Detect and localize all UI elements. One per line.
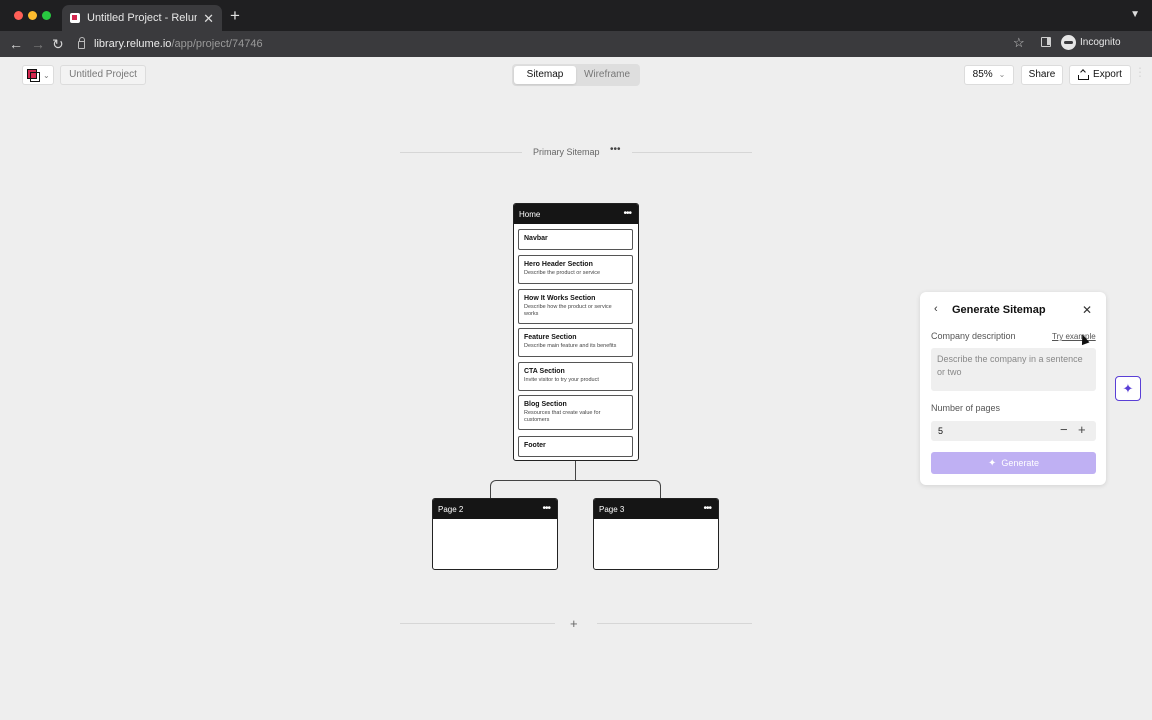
add-divider-right bbox=[597, 623, 752, 624]
incognito-icon[interactable] bbox=[1061, 35, 1076, 50]
page-card-title: Page 2 bbox=[438, 504, 464, 514]
section-description: Describe the product or service bbox=[524, 270, 601, 276]
section-blog[interactable]: Blog Section Resources that create value… bbox=[518, 395, 633, 430]
page-options-icon[interactable]: ••• bbox=[703, 504, 711, 514]
sitemap-divider-left bbox=[400, 152, 522, 153]
close-icon[interactable]: ✕ bbox=[1082, 303, 1092, 317]
window-zoom-button[interactable] bbox=[42, 11, 51, 20]
section-description: Invite visitor to try your product bbox=[524, 377, 599, 383]
reload-icon[interactable]: ↻ bbox=[52, 35, 64, 53]
section-description: Describe main feature and its benefits bbox=[524, 343, 617, 349]
section-feature[interactable]: Feature Section Describe main feature an… bbox=[518, 328, 633, 357]
page-card-header: Page 3 ••• bbox=[594, 499, 718, 519]
upload-icon bbox=[1078, 71, 1090, 80]
tree-connector-stem bbox=[575, 461, 576, 480]
home-card-header: Home ••• bbox=[514, 204, 638, 224]
relume-favicon-icon bbox=[70, 13, 80, 23]
company-description-label: Company description bbox=[931, 331, 1016, 341]
zoom-dropdown[interactable]: 85% ⌄ bbox=[964, 65, 1014, 85]
number-of-pages-stepper[interactable] bbox=[931, 421, 1096, 441]
company-description-input[interactable] bbox=[931, 348, 1096, 391]
relume-logo-icon bbox=[27, 69, 40, 82]
page-card-page-3[interactable]: Page 3 ••• bbox=[593, 498, 719, 570]
decrement-button[interactable]: − bbox=[1060, 422, 1068, 438]
back-arrow-icon[interactable]: ← bbox=[9, 35, 23, 53]
side-panel-icon[interactable] bbox=[1041, 37, 1051, 47]
export-button[interactable]: Export bbox=[1069, 65, 1131, 85]
window-minimize-button[interactable] bbox=[28, 11, 37, 20]
export-label: Export bbox=[1093, 69, 1122, 80]
browser-menu-icon[interactable]: ⋮ bbox=[1134, 65, 1146, 79]
sparkle-icon: ✦ bbox=[1122, 380, 1134, 396]
url-path: /app/project/74746 bbox=[171, 38, 263, 50]
tab-wireframe[interactable]: Wireframe bbox=[576, 66, 638, 84]
page-card-title: Page 3 bbox=[599, 504, 625, 514]
home-page-card[interactable]: Home ••• Navbar Hero Header Section Desc… bbox=[513, 203, 639, 461]
section-title: Footer bbox=[524, 442, 546, 449]
chevron-down-icon: ⌄ bbox=[998, 70, 1006, 79]
forward-arrow-icon[interactable]: → bbox=[31, 35, 45, 53]
section-title: Navbar bbox=[524, 235, 548, 242]
share-button[interactable]: Share bbox=[1021, 65, 1063, 85]
try-example-link[interactable]: Try example bbox=[1052, 332, 1096, 341]
window-close-button[interactable] bbox=[14, 11, 23, 20]
increment-button[interactable]: + bbox=[1078, 422, 1086, 438]
project-name-field[interactable]: Untitled Project bbox=[60, 65, 146, 85]
lock-icon bbox=[78, 37, 85, 49]
back-chevron-icon[interactable]: ‹ bbox=[934, 303, 938, 315]
ai-assistant-button[interactable]: ✦ bbox=[1115, 376, 1141, 401]
tab-sitemap[interactable]: Sitemap bbox=[514, 66, 576, 84]
tab-title: Untitled Project - Relume Bloc bbox=[87, 12, 197, 24]
section-title: Blog Section bbox=[524, 401, 567, 408]
section-title: Feature Section bbox=[524, 334, 577, 341]
generate-button[interactable]: ✦ Generate bbox=[931, 452, 1096, 474]
page-options-icon[interactable]: ••• bbox=[542, 504, 550, 514]
incognito-label[interactable]: Incognito bbox=[1080, 37, 1121, 48]
new-tab-button[interactable]: + bbox=[230, 6, 240, 26]
url-host: library.relume.io bbox=[94, 38, 172, 50]
section-description: Resources that create value for customer… bbox=[524, 410, 601, 423]
page-card-header: Page 2 ••• bbox=[433, 499, 557, 519]
sparkle-icon: ✦ bbox=[988, 457, 997, 469]
chevron-down-icon: ⌄ bbox=[43, 70, 50, 80]
add-divider-left bbox=[400, 623, 555, 624]
number-of-pages-value[interactable]: 5 bbox=[938, 426, 943, 436]
panel-title: Generate Sitemap bbox=[952, 304, 1046, 316]
page-options-icon[interactable]: ••• bbox=[623, 209, 631, 219]
tab-search-chevron-icon[interactable]: ▼ bbox=[1130, 9, 1140, 20]
section-title: CTA Section bbox=[524, 368, 565, 375]
tree-connector bbox=[490, 480, 661, 498]
number-of-pages-label: Number of pages bbox=[931, 403, 1001, 413]
section-hero-header[interactable]: Hero Header Section Describe the product… bbox=[518, 255, 633, 284]
bookmark-star-icon[interactable]: ☆ bbox=[1013, 35, 1025, 51]
home-card-title: Home bbox=[519, 209, 541, 219]
section-how-it-works[interactable]: How It Works Section Describe how the pr… bbox=[518, 289, 633, 324]
url-field[interactable]: library.relume.io/app/project/74746 bbox=[78, 34, 1038, 54]
section-navbar[interactable]: Navbar bbox=[518, 229, 633, 250]
generate-label: Generate bbox=[1001, 458, 1039, 468]
add-sitemap-plus-icon[interactable]: + bbox=[570, 616, 578, 631]
browser-address-bar: ← → ↻ library.relume.io/app/project/7474… bbox=[0, 31, 1152, 79]
browser-tab[interactable]: Untitled Project - Relume Bloc ✕ bbox=[62, 5, 222, 31]
sitemap-divider-right bbox=[632, 152, 752, 153]
section-description: Describe how the product or service work… bbox=[524, 304, 612, 317]
section-footer[interactable]: Footer bbox=[518, 436, 633, 457]
browser-tab-bar: Untitled Project - Relume Bloc ✕ + ▼ bbox=[0, 0, 1152, 31]
section-title: Hero Header Section bbox=[524, 261, 593, 268]
sitemap-options-icon[interactable]: ••• bbox=[610, 144, 621, 155]
tab-close-icon[interactable]: ✕ bbox=[203, 12, 214, 25]
section-title: How It Works Section bbox=[524, 295, 596, 302]
section-cta[interactable]: CTA Section Invite visitor to try your p… bbox=[518, 362, 633, 391]
logo-menu-button[interactable]: ⌄ bbox=[22, 65, 54, 85]
view-switcher: Sitemap Wireframe bbox=[512, 64, 640, 86]
zoom-level: 85% bbox=[972, 69, 993, 80]
page-card-page-2[interactable]: Page 2 ••• bbox=[432, 498, 558, 570]
sitemap-title[interactable]: Primary Sitemap bbox=[533, 147, 600, 157]
